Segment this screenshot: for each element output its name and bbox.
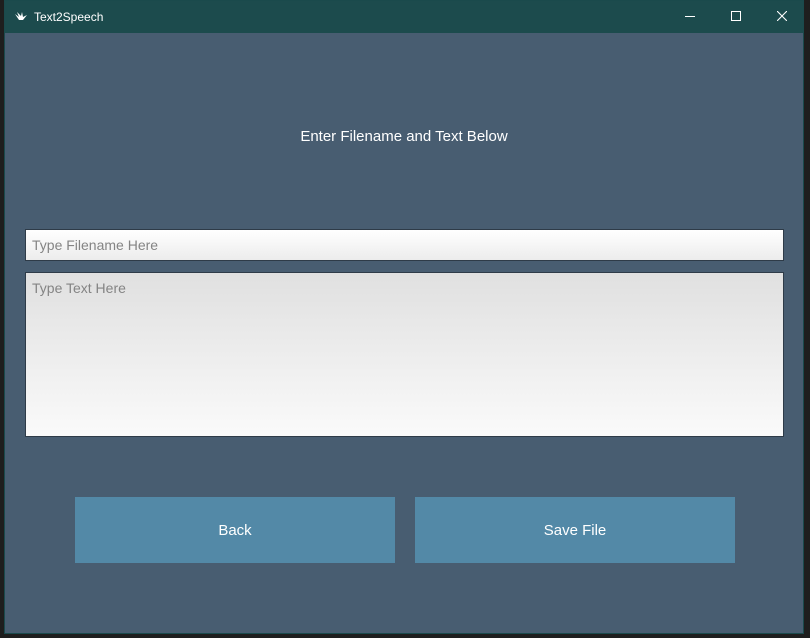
maximize-icon	[731, 8, 741, 26]
maximize-button[interactable]	[713, 1, 759, 33]
app-window: Text2Speech Enter Filename and Text Belo…	[4, 0, 804, 634]
save-file-button[interactable]: Save File	[415, 497, 735, 563]
kivy-logo-icon	[14, 10, 28, 24]
text-input[interactable]: Type Text Here	[25, 272, 784, 437]
close-icon	[776, 8, 788, 26]
filename-input[interactable]: Type Filename Here	[25, 229, 784, 261]
minimize-icon	[685, 8, 695, 26]
back-button[interactable]: Back	[75, 497, 395, 563]
page-title: Enter Filename and Text Below	[300, 128, 508, 145]
title-bar[interactable]: Text2Speech	[5, 1, 803, 33]
minimize-button[interactable]	[667, 1, 713, 33]
window-title: Text2Speech	[34, 10, 104, 24]
close-button[interactable]	[759, 1, 805, 33]
